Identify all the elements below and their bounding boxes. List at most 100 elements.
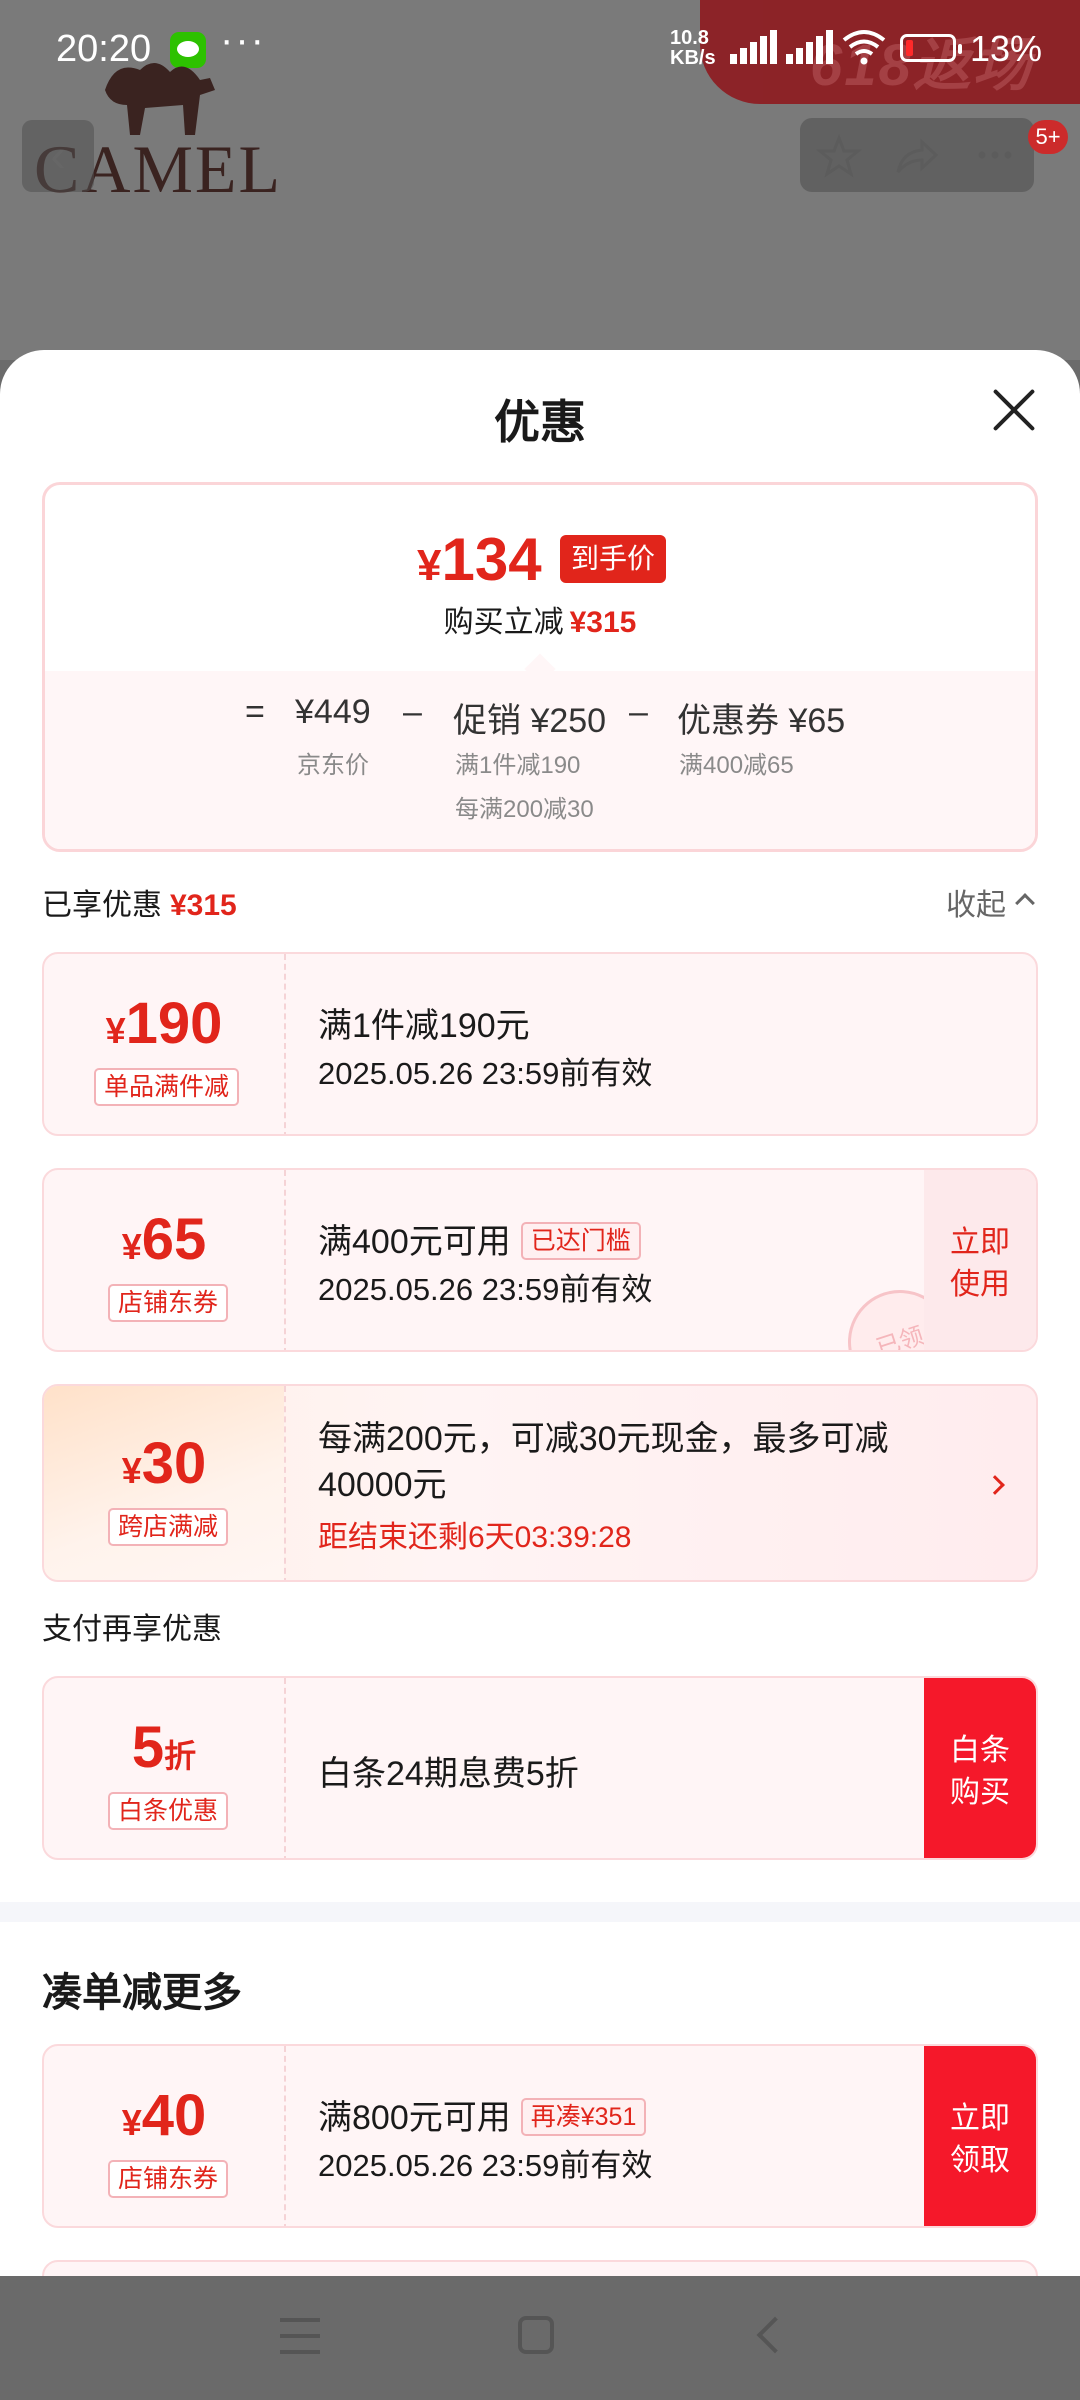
coupon-validity: 2025.05.26 23:59前有效 [318, 1056, 653, 1091]
coupon-divider [284, 1678, 286, 1858]
coupon-amount: 65 [141, 1207, 207, 1272]
coupon-divider [284, 954, 286, 1134]
countdown-text: 距结束还剩6天03:39:28 [318, 1521, 632, 1554]
enjoyed-discount: 已享优惠 ¥315 [42, 880, 237, 924]
more-button[interactable] [956, 118, 1034, 192]
threshold-tag: 已达门槛 [520, 1222, 641, 1260]
coupon-amount: 40 [141, 2083, 207, 2148]
favorite-button[interactable] [800, 118, 878, 192]
coupon-currency: ¥ [105, 1010, 126, 1051]
coupon-rule: 满800元可用 再凑¥351 [318, 2090, 647, 2139]
coupon-rule: 满400元可用 已达门槛 [318, 1214, 641, 1263]
price-summary: ¥134 到手价 购买立减 ¥315 = ¥449 京东价 – 促销 ¥250 满… [42, 482, 1038, 852]
coupon-validity: 2025.05.26 23:59前有效 [318, 2148, 653, 2183]
final-price-tag: 到手价 [560, 535, 666, 583]
minus-sign-2: – [629, 693, 648, 731]
final-price-value: 134 [441, 526, 542, 593]
collapse-button[interactable]: 收起 [946, 880, 1006, 924]
coupon-suffix: 折 [164, 1738, 197, 1774]
coupon-rule: 每满200元，可减30元现金，最多可减40000元 [318, 1420, 889, 1504]
back-icon: ‹ [50, 129, 66, 181]
battery-icon [900, 34, 962, 62]
equals-sign: = [245, 693, 265, 731]
use-now-button[interactable]: 立即 使用 [924, 1170, 1036, 1350]
jd-price: ¥449 [295, 693, 371, 731]
coupon-validity: 2025.05.26 23:59前有效 [318, 1272, 653, 1307]
more-icon [978, 151, 1012, 159]
coupon-rule-text: 满800元可用 [318, 2099, 511, 2137]
coupon-left: 5折 白条优惠 [44, 1678, 284, 1858]
coupon-divider [284, 1170, 286, 1350]
system-nav-bar [0, 2276, 1080, 2400]
enjoyed-label: 已享优惠 [42, 889, 162, 922]
discount-sheet: 优惠 ¥134 到手价 购买立减 ¥315 = ¥449 京东价 – 促销 ¥25… [0, 350, 1080, 2276]
coupon-currency: ¥ [121, 1226, 142, 1267]
promo-sub-1: 满1件减190 [455, 752, 581, 779]
claim-now-button[interactable]: 立即 领取 [924, 2046, 1036, 2226]
coupon-amount: 5 [131, 1715, 165, 1780]
signal-icon-2 [786, 30, 836, 64]
sheet-title: 优惠 [494, 396, 586, 448]
promo-amount: 促销 ¥250 [453, 702, 607, 740]
gap-tag: 再凑¥351 [520, 2098, 647, 2136]
coupon-amount: 190 [125, 991, 223, 1056]
baitiao-buy-button[interactable]: 白条 购买 [924, 1678, 1036, 1858]
coupon-card: ¥40 店铺东券 满800元可用 再凑¥351 2025.05.26 23:59前… [42, 2044, 1038, 2228]
coupon-card-partial [42, 2260, 1038, 2276]
coupon-amount: 30 [141, 1431, 207, 1496]
camel-logo-icon [105, 62, 215, 135]
star-icon [815, 133, 863, 178]
instant-cut-label: 购买立减 [443, 606, 564, 639]
more-section-title: 凑单减更多 [42, 1971, 242, 2015]
home-icon[interactable] [518, 2316, 554, 2354]
coupon-left: ¥30 跨店满减 [44, 1386, 284, 1580]
coupon-amount-value: ¥190 [44, 990, 284, 1057]
coupon-left: ¥40 店铺东券 [44, 2046, 284, 2226]
pay-section-label: 支付再享优惠 [42, 1613, 222, 1646]
enjoyed-amount: ¥315 [170, 889, 237, 922]
coupon-amount-value: ¥65 [44, 1206, 284, 1273]
coupon-divider [284, 1386, 286, 1580]
jd-price-label: 京东价 [297, 752, 369, 779]
coupon-amount-value: ¥40 [44, 2082, 284, 2149]
coupon-rule: 满1件减190元 [318, 1007, 530, 1045]
net-speed-unit: KB/s [670, 47, 716, 69]
coupon-card: ¥190 单品满件减 满1件减190元 2025.05.26 23:59前有效 [42, 952, 1038, 1136]
minus-sign-1: – [403, 693, 422, 731]
signal-icon [730, 30, 780, 64]
coupon-card: ¥65 店铺东券 满400元可用 已达门槛 2025.05.26 23:59前有效… [42, 1168, 1038, 1352]
battery-percent: 13% [970, 28, 1043, 69]
instant-cut-amount: ¥315 [569, 606, 637, 639]
top-action-group [800, 118, 1034, 192]
close-icon[interactable] [990, 386, 1038, 434]
coupon-type-tag: 店铺东券 [108, 2160, 229, 2198]
coupon-left: ¥65 店铺东券 [44, 1170, 284, 1350]
share-button[interactable] [878, 118, 956, 192]
coupon-sub: 满400减65 [679, 752, 794, 779]
coupon-type-tag: 单品满件减 [94, 1068, 240, 1106]
section-gap [0, 1902, 1080, 1922]
back-button[interactable]: ‹ [22, 120, 94, 192]
final-price-currency: ¥ [417, 541, 442, 590]
final-price: ¥134 [417, 525, 542, 594]
menu-icon[interactable] [280, 2318, 320, 2354]
coupon-amount: 优惠券 ¥65 [677, 702, 846, 740]
coupon-rule-text: 满400元可用 [318, 1223, 511, 1261]
coupon-type-tag: 白条优惠 [108, 1792, 229, 1830]
coupon-currency: ¥ [121, 2102, 142, 2143]
coupon-type-tag: 店铺东券 [108, 1284, 229, 1322]
net-speed-value: 10.8 [670, 27, 709, 49]
instant-cut: 购买立减 ¥315 [45, 597, 1035, 641]
cross-store-coupon[interactable]: ¥30 跨店满减 每满200元，可减30元现金，最多可减40000元 距结束还剩… [42, 1384, 1038, 1582]
baitiao-coupon: 5折 白条优惠 白条24期息费5折 白条 购买 [42, 1676, 1038, 1860]
net-speed: 10.8 KB/s [670, 28, 716, 68]
price-breakdown: = ¥449 京东价 – 促销 ¥250 满1件减190 每满200减30 – … [45, 671, 1035, 849]
coupon-amount-value: 5折 [44, 1714, 284, 1781]
share-icon [896, 138, 939, 173]
coupon-type-tag: 跨店满减 [108, 1508, 229, 1546]
nav-back-icon[interactable] [756, 2316, 794, 2354]
message-badge: 5+ [1028, 120, 1068, 154]
promo-sub-2: 每满200减30 [455, 796, 594, 823]
coupon-currency: ¥ [121, 1450, 142, 1491]
coupon-rule: 白条24期息费5折 [318, 1755, 579, 1793]
